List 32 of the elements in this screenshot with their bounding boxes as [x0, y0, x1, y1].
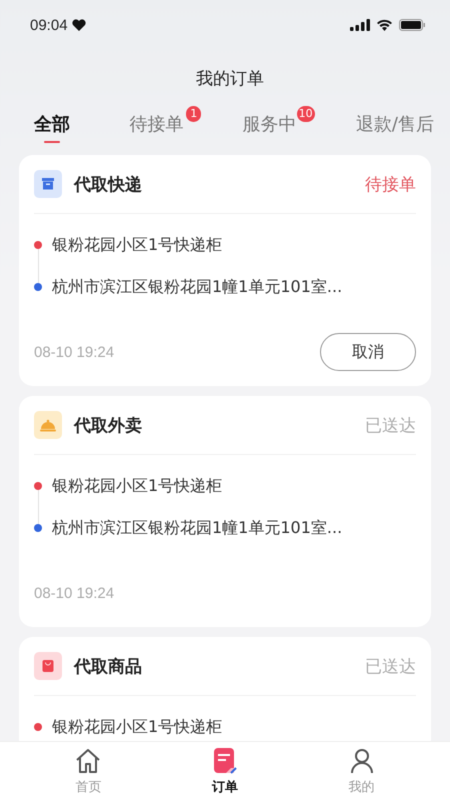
- filter-tab[interactable]: 待接单 1: [127, 106, 202, 146]
- signal-icon: [350, 19, 370, 31]
- address-text: 杭州市滨江区银粉花园1幢1单元101室...: [52, 518, 342, 538]
- order-status: 已送达: [365, 414, 416, 436]
- box-icon: [34, 170, 62, 198]
- order-time: 08-10 19:24: [34, 584, 114, 602]
- cloche-icon: [34, 411, 62, 439]
- service-title: 代取快递: [74, 174, 143, 196]
- order-card[interactable]: 代取商品 已送达 银粉花园小区1号快递柜: [19, 637, 431, 741]
- cancel-button[interactable]: 取消: [320, 333, 416, 371]
- heart-icon: [72, 19, 86, 31]
- count-badge: 1: [186, 106, 202, 122]
- address-text: 杭州市滨江区银粉花园1幢1单元101室...: [52, 276, 342, 298]
- order-card[interactable]: 代取外卖 已送达 银粉花园小区1号快递柜 杭州市滨江区银粉花园1幢1单元101室... 08-10 19:24: [19, 396, 431, 627]
- order-card[interactable]: 代取快递 待接单 银粉花园小区1号快递柜 杭州市滨江区银粉花园1幢1单元101室... 08-10 19:24 取消: [19, 155, 431, 386]
- bag-icon: [34, 652, 62, 680]
- page-title: 我的订单: [196, 68, 264, 90]
- address-text: 银粉花园小区1号快递柜: [52, 716, 222, 738]
- service-title: 代取外卖: [74, 414, 143, 436]
- battery-icon: [399, 19, 426, 31]
- address-text: 银粉花园小区1号快递柜: [52, 476, 222, 496]
- order-status: 待接单: [365, 174, 416, 196]
- service-title: 代取商品: [74, 656, 143, 678]
- wifi-icon: [376, 19, 393, 31]
- nav-tab[interactable]: 订单: [202, 742, 248, 800]
- order-time: 08-10 19:24: [34, 344, 114, 360]
- clock-time: 09:04: [30, 16, 68, 34]
- filter-tab[interactable]: 全部: [32, 106, 72, 146]
- filter-tab[interactable]: 退款/售后: [354, 106, 436, 146]
- address-text: 银粉花园小区1号快递柜: [52, 234, 222, 256]
- order-status: 已送达: [365, 656, 416, 678]
- count-badge: 10: [296, 106, 315, 122]
